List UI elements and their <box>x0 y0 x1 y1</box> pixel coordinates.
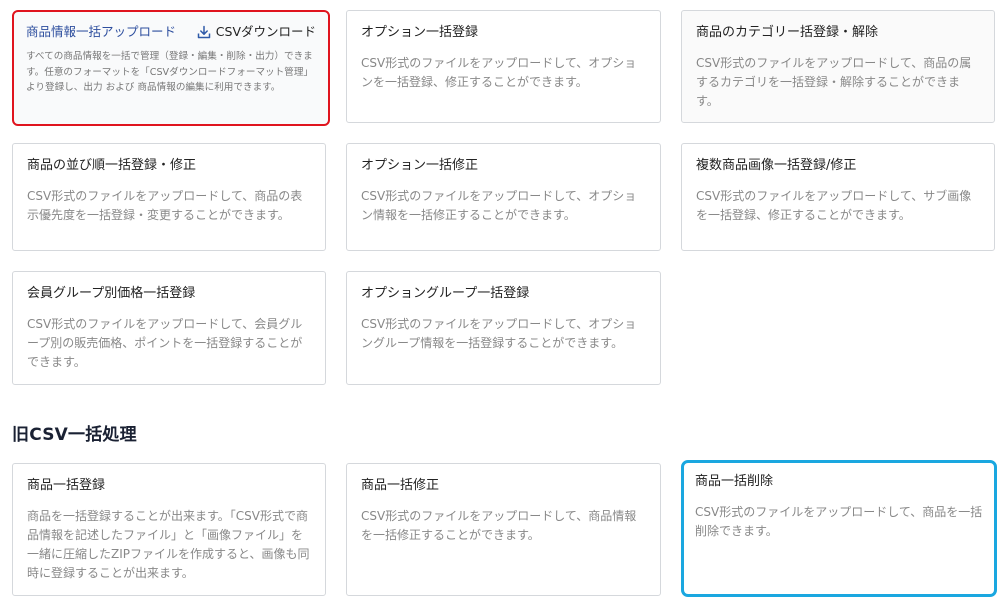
card-description: CSV形式のファイルをアップロードして、会員グループ別の販売価格、ポイントを一括… <box>27 317 303 369</box>
card-title: 商品の並び順一括登録・修正 <box>27 158 197 173</box>
card-title[interactable]: 商品情報一括アップロード <box>26 23 176 41</box>
card-option-bulk-edit[interactable]: オプション一括修正 CSV形式のファイルをアップロードして、オプション情報を一括… <box>346 143 661 251</box>
card-title: オプション一括修正 <box>361 158 479 173</box>
card-multi-image-bulk-register[interactable]: 複数商品画像一括登録/修正 CSV形式のファイルをアップロードして、サブ画像を一… <box>681 143 995 251</box>
card-title: オプション一括登録 <box>361 25 479 40</box>
card-description: CSV形式のファイルをアップロードして、商品情報を一括修正することができます。 <box>361 509 637 542</box>
card-title: 会員グループ別価格一括登録 <box>27 286 196 301</box>
card-description: CSV形式のファイルをアップロードして、オプション情報を一括修正することができま… <box>361 189 637 222</box>
card-description: すべての商品情報を一括で管理（登録・編集・削除・出力）できます。任意のフォーマッ… <box>26 51 314 93</box>
card-option-bulk-register[interactable]: オプション一括登録 CSV形式のファイルをアップロードして、オプションを一括登録… <box>346 10 661 123</box>
card-sort-order-bulk-register[interactable]: 商品の並び順一括登録・修正 CSV形式のファイルをアップロードして、商品の表示優… <box>12 143 326 251</box>
card-title: 複数商品画像一括登録/修正 <box>696 158 857 173</box>
card-title: 商品一括修正 <box>361 478 440 493</box>
card-title: 商品一括登録 <box>27 478 106 493</box>
card-description: CSV形式のファイルをアップロードして、商品の属するカテゴリを一括登録・解除する… <box>696 56 972 108</box>
card-product-bulk-edit[interactable]: 商品一括修正 CSV形式のファイルをアップロードして、商品情報を一括修正すること… <box>346 463 661 596</box>
card-title: オプショングループ一括登録 <box>361 286 530 301</box>
card-description: CSV形式のファイルをアップロードして、オプショングループ情報を一括登録すること… <box>361 317 637 350</box>
download-icon <box>197 25 211 39</box>
card-category-bulk-register[interactable]: 商品のカテゴリー括登録・解除 CSV形式のファイルをアップロードして、商品の属す… <box>681 10 995 123</box>
card-product-bulk-upload[interactable]: 商品情報一括アップロード CSVダウンロード すべての商品情報を一括で管理（登録… <box>12 10 330 126</box>
card-title: 商品一括削除 <box>695 474 774 489</box>
card-description: 商品を一括登録することが出来ます。「CSV形式で商品情報を記述したファイル」と「… <box>27 509 310 580</box>
card-member-group-price-bulk-register[interactable]: 会員グループ別価格一括登録 CSV形式のファイルをアップロードして、会員グループ… <box>12 271 326 385</box>
card-title: 商品のカテゴリー括登録・解除 <box>696 25 879 40</box>
card-description: CSV形式のファイルをアップロードして、サブ画像を一括登録、修正することができま… <box>696 189 972 222</box>
card-description: CSV形式のファイルをアップロードして、商品を一括削除できます。 <box>695 505 983 538</box>
card-description: CSV形式のファイルをアップロードして、オプションを一括登録、修正することができ… <box>361 56 637 89</box>
card-product-bulk-register[interactable]: 商品一括登録 商品を一括登録することが出来ます。「CSV形式で商品情報を記述した… <box>12 463 326 596</box>
card-header: 商品情報一括アップロード CSVダウンロード <box>26 23 316 49</box>
csv-download-label: CSVダウンロード <box>215 24 316 39</box>
csv-download-link[interactable]: CSVダウンロード <box>197 23 316 41</box>
card-product-bulk-delete[interactable]: 商品一括削除 CSV形式のファイルをアップロードして、商品を一括削除できます。 <box>681 460 997 597</box>
card-option-group-bulk-register[interactable]: オプショングループ一括登録 CSV形式のファイルをアップロードして、オプショング… <box>346 271 661 385</box>
section-title: 旧CSV一括処理 <box>12 425 137 445</box>
card-description: CSV形式のファイルをアップロードして、商品の表示優先度を一括登録・変更すること… <box>27 189 303 222</box>
